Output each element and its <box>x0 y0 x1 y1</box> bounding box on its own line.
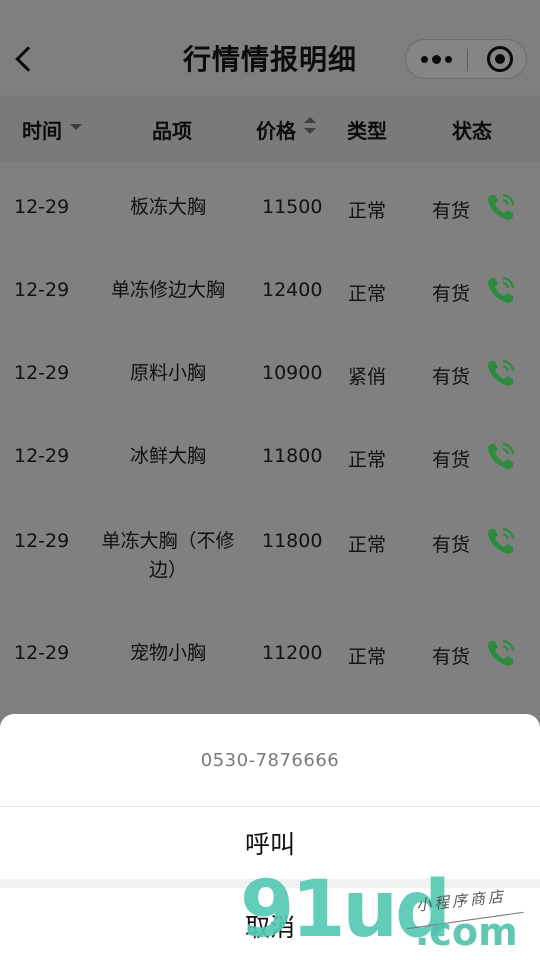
watermark-domain-text: .com <box>415 910 518 954</box>
row-price: 10900 <box>262 362 323 384</box>
row-type: 紧俏 <box>348 366 387 388</box>
table-row[interactable]: 12-29 单冻修边大胸 12400 正常 有货 <box>0 254 540 326</box>
watermark-logo: 91ud 小程序商店 .com <box>240 862 540 960</box>
row-status: 有货 <box>432 366 471 388</box>
row-item: 原料小胸 <box>129 362 206 384</box>
phone-call-icon[interactable] <box>486 526 516 556</box>
row-price: 11200 <box>262 642 323 664</box>
phone-call-icon[interactable] <box>486 275 516 305</box>
row-status: 有货 <box>432 534 471 556</box>
row-status: 有货 <box>432 200 471 222</box>
row-type: 正常 <box>348 283 387 305</box>
table-row[interactable]: 12-29 原料小胸 10900 紧俏 有货 <box>0 337 540 409</box>
row-price: 11800 <box>262 530 323 552</box>
phone-call-icon[interactable] <box>486 192 516 222</box>
row-item: 板冻大胸 <box>129 196 206 218</box>
phone-call-icon[interactable] <box>486 441 516 471</box>
row-price: 12400 <box>262 279 323 301</box>
row-date: 12-29 <box>14 279 70 301</box>
navigation-bar: 行情情报明细 <box>0 0 540 95</box>
row-item: 冰鲜大胸 <box>129 445 206 467</box>
row-status: 有货 <box>432 646 471 668</box>
row-type: 正常 <box>348 200 387 222</box>
call-button-label: 呼叫 <box>244 830 295 859</box>
row-type: 正常 <box>348 646 387 668</box>
phone-number-text: 0530-7876666 <box>200 750 340 771</box>
column-header-type: 类型 <box>347 119 387 143</box>
row-type: 正常 <box>348 534 387 556</box>
row-date: 12-29 <box>14 445 70 467</box>
row-item: 宠物小胸 <box>129 642 206 664</box>
table-row[interactable]: 12-29 板冻大胸 11500 正常 有货 <box>0 171 540 243</box>
row-status: 有货 <box>432 283 471 305</box>
row-status: 有货 <box>432 449 471 471</box>
sort-down-icon[interactable] <box>70 124 82 130</box>
row-date: 12-29 <box>14 362 70 384</box>
row-date: 12-29 <box>14 530 70 552</box>
table-row[interactable]: 12-29 宠物小胸 11200 正常 有货 <box>0 616 540 690</box>
phone-call-icon[interactable] <box>486 358 516 388</box>
column-header-item: 品项 <box>152 119 192 143</box>
row-item: 单冻大胸（不修边） <box>101 530 235 581</box>
more-dots-icon[interactable] <box>406 40 467 78</box>
column-header-time[interactable]: 时间 <box>22 115 62 144</box>
sort-up-down-icon[interactable] <box>304 117 316 139</box>
column-header-price[interactable]: 价格 <box>256 115 296 144</box>
table-row[interactable]: 12-29 单冻大胸（不修边） 11800 正常 有货 <box>0 503 540 605</box>
row-type: 正常 <box>348 449 387 471</box>
column-header-status: 状态 <box>452 119 492 143</box>
row-date: 12-29 <box>14 196 70 218</box>
table-row[interactable]: 12-29 冰鲜大胸 11800 正常 有货 <box>0 420 540 492</box>
mini-program-capsule <box>405 39 527 79</box>
row-price: 11800 <box>262 445 323 467</box>
row-price: 11500 <box>262 196 323 218</box>
row-item: 单冻修边大胸 <box>110 279 225 301</box>
close-target-icon[interactable] <box>487 46 513 72</box>
row-date: 12-29 <box>14 642 70 664</box>
capsule-divider <box>467 49 468 71</box>
phone-call-icon[interactable] <box>486 638 516 668</box>
